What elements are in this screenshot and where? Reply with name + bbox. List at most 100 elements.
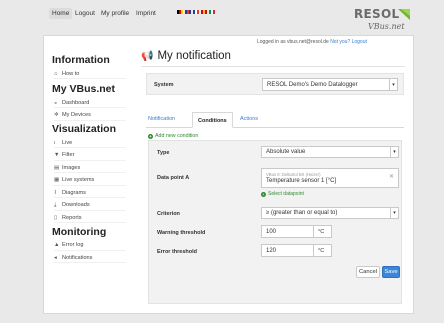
flag-it-icon[interactable] bbox=[209, 10, 215, 14]
sidebar-item-label: Dashboard bbox=[62, 99, 90, 106]
logged-in-status: Logged in as vbus.net@resol.de Not you? … bbox=[257, 39, 367, 45]
tab-conditions[interactable]: Conditions bbox=[192, 112, 233, 128]
sidebar-item-devices[interactable]: ✲ My Devices bbox=[54, 111, 126, 121]
sidebar-item-label: Filter bbox=[62, 152, 75, 158]
system-select-value: RESOL Demo's Demo Datalogger bbox=[267, 81, 358, 88]
chevron-down-icon: ▾ bbox=[390, 208, 398, 218]
megaphone-icon: ◂ bbox=[54, 254, 57, 261]
sidebar-item-howto[interactable]: ⌂ How to bbox=[54, 69, 126, 79]
nav-logout-link[interactable]: Logout bbox=[75, 10, 95, 17]
megaphone-icon: 📢 bbox=[141, 50, 154, 62]
image-icon: ▤ bbox=[54, 164, 60, 171]
sidebar-item-label: Images bbox=[62, 164, 81, 171]
system-panel: System RESOL Demo's Demo Datalogger ▾ bbox=[146, 73, 404, 95]
language-flags bbox=[177, 10, 215, 14]
nav-profile-link[interactable]: My profile bbox=[101, 10, 129, 17]
title-divider bbox=[141, 66, 405, 67]
flag-de-icon[interactable] bbox=[177, 10, 183, 14]
plus-circle-icon: + bbox=[148, 133, 153, 139]
warning-threshold-value: 100 bbox=[266, 228, 277, 235]
logo-mark-icon bbox=[398, 9, 410, 20]
sidebar-item-live-systems[interactable]: ▦ Live systems bbox=[54, 176, 126, 186]
picture-icon: ▦ bbox=[54, 177, 60, 183]
sidebar-item-label: Diagrams bbox=[62, 189, 86, 196]
sidebar-item-label: How to bbox=[62, 70, 80, 77]
type-label: Type bbox=[157, 150, 170, 156]
criterion-select[interactable]: ≥ (greater than or equal to) ▾ bbox=[261, 207, 399, 219]
warning-unit: °C bbox=[314, 225, 332, 238]
datapoint-a-field[interactable]: VBus 0: DeltaSol BX (Heizer) Temperature… bbox=[261, 168, 399, 188]
nav-home-link[interactable]: Home bbox=[49, 8, 73, 19]
error-threshold-value: 120 bbox=[266, 247, 277, 254]
sidebar-item-error-log[interactable]: ▲ Error log bbox=[54, 241, 126, 251]
add-condition-button[interactable]: + Add new condition bbox=[148, 133, 198, 139]
error-unit: °C bbox=[314, 244, 332, 257]
document-icon: ▯ bbox=[54, 214, 58, 221]
sidebar-item-label: Notifications bbox=[62, 254, 93, 261]
error-unit-text: °C bbox=[318, 247, 325, 254]
criterion-label: Criterion bbox=[157, 211, 180, 217]
criterion-select-value: ≥ (greater than or equal to) bbox=[266, 210, 338, 216]
system-select[interactable]: RESOL Demo's Demo Datalogger ▾ bbox=[262, 78, 398, 91]
error-threshold-label: Error threshold bbox=[157, 249, 198, 255]
chevron-down-icon: ▾ bbox=[390, 147, 398, 157]
tab-notification[interactable]: Notification bbox=[148, 116, 175, 122]
chevron-down-icon: ▾ bbox=[389, 79, 397, 90]
top-nav: Home Logout My profile Imprint RESOL VBu… bbox=[0, 0, 444, 31]
clear-icon[interactable]: ✕ bbox=[389, 173, 394, 180]
system-label: System bbox=[154, 82, 174, 88]
graduation-cap-icon: ⌂ bbox=[54, 70, 58, 77]
sidebar-item-live[interactable]: ı Live bbox=[54, 138, 126, 148]
warning-threshold-input[interactable]: 100 bbox=[261, 225, 314, 238]
sidebar-item-notifications[interactable]: ◂ Notifications bbox=[54, 253, 126, 263]
resol-logo: RESOL VBus.net bbox=[354, 5, 412, 35]
logo-name: RESOL bbox=[354, 7, 400, 21]
warning-unit-text: °C bbox=[318, 228, 325, 235]
main-card: Information ⌂ How to My VBus.net ◒ Dashboa… bbox=[43, 35, 414, 314]
condition-panel: Type Absolute value ▾ Data point A VBus … bbox=[148, 140, 402, 304]
tab-actions[interactable]: Actions bbox=[240, 116, 258, 122]
flag-es-icon[interactable] bbox=[201, 10, 207, 14]
error-threshold-input[interactable]: 120 bbox=[261, 244, 314, 257]
logout-link[interactable]: Not you? Logout bbox=[330, 39, 367, 45]
sidebar-item-label: Live bbox=[62, 139, 73, 146]
flag-fr-icon[interactable] bbox=[193, 10, 199, 14]
flag-uk-icon[interactable] bbox=[185, 10, 191, 14]
warning-icon: ▲ bbox=[54, 242, 60, 248]
sidebar-item-downloads[interactable]: ⤓ Downloads bbox=[54, 201, 126, 211]
plus-circle-icon: + bbox=[261, 191, 266, 197]
tab-bar: Notification Conditions Actions bbox=[146, 112, 404, 128]
datapoint-source: VBus 0: DeltaSol BX (Heizer) bbox=[266, 172, 321, 177]
download-icon: ⤓ bbox=[54, 201, 57, 208]
logo-sub: VBus.net bbox=[368, 22, 405, 31]
sidebar-item-reports[interactable]: ▯ Reports bbox=[54, 213, 126, 223]
sidebar-item-diagrams[interactable]: ⌇ Diagrams bbox=[54, 188, 126, 198]
sidebar-item-label: Live systems bbox=[62, 177, 95, 183]
logged-in-text: Logged in as vbus.net@resol.de bbox=[257, 39, 329, 45]
sidebar-item-label: Reports bbox=[62, 214, 82, 221]
add-condition-label: Add new condition bbox=[155, 133, 199, 139]
dashboard-icon: ◒ bbox=[54, 99, 58, 106]
type-select[interactable]: Absolute value ▾ bbox=[261, 146, 399, 158]
gear-icon: ✲ bbox=[54, 112, 59, 118]
datapoint-value: Temperature sensor 1 [°C] bbox=[266, 178, 337, 184]
sidebar-item-images[interactable]: ▤ Images bbox=[54, 163, 126, 173]
line-chart-icon: ⌇ bbox=[54, 189, 57, 196]
select-datapoint-link[interactable]: + Select datapoint bbox=[261, 191, 304, 197]
page-title-text: My notification bbox=[157, 50, 231, 62]
sidebar-item-dashboard[interactable]: ◒ Dashboard bbox=[54, 98, 126, 108]
filter-icon: ▼ bbox=[54, 152, 60, 158]
warning-threshold-label: Warning threshold bbox=[157, 230, 206, 236]
sidebar-item-label: Downloads bbox=[62, 202, 90, 208]
save-button[interactable]: Save bbox=[382, 266, 400, 278]
select-datapoint-label: Select datapoint bbox=[268, 191, 304, 197]
page-title: 📢 My notification bbox=[141, 50, 231, 62]
thermometer-icon: ı bbox=[54, 139, 56, 146]
type-select-value: Absolute value bbox=[266, 149, 306, 155]
sidebar-item-filter[interactable]: ▼ Filter bbox=[54, 151, 126, 161]
sidebar-item-label: My Devices bbox=[62, 112, 91, 118]
datapoint-a-label: Data point A bbox=[157, 175, 190, 181]
cancel-button[interactable]: Cancel bbox=[356, 266, 380, 278]
sidebar-item-label: Error log bbox=[62, 242, 84, 248]
nav-imprint-link[interactable]: Imprint bbox=[136, 10, 156, 17]
